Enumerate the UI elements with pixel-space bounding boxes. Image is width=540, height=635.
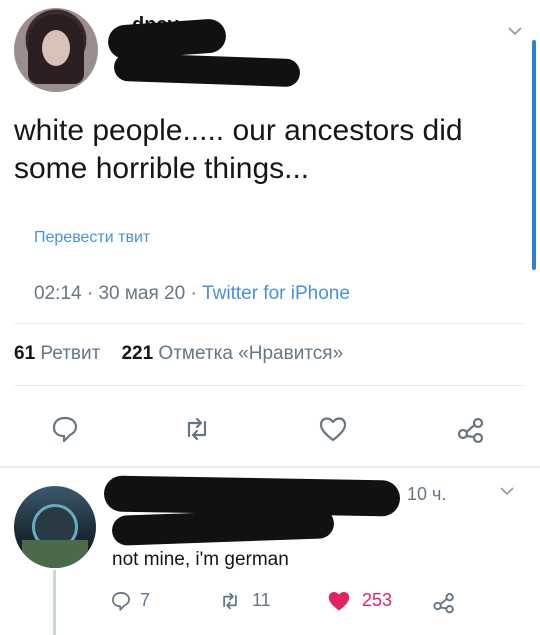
avatar-face — [42, 30, 70, 66]
chevron-down-icon[interactable] — [508, 24, 522, 38]
share-icon[interactable] — [456, 414, 486, 444]
divider — [14, 385, 524, 386]
thread-line — [53, 570, 56, 635]
redaction-reply-handle — [111, 508, 335, 546]
reply-author-avatar[interactable] — [14, 486, 96, 568]
tweet-source-link[interactable]: Twitter for iPhone — [202, 283, 350, 304]
redaction-handle — [113, 52, 301, 88]
tweet-stats: 61 Ретвит 221 Отметка «Нравится» — [14, 343, 343, 365]
heart-icon[interactable] — [318, 414, 348, 444]
reply-time[interactable]: 10 ч. — [407, 484, 446, 505]
avatar-scenery — [22, 540, 88, 568]
tweet-text: white people..... our ancestors did some… — [14, 114, 463, 185]
divider — [14, 323, 524, 324]
reply-text: not mine, i'm german — [112, 549, 289, 570]
comment-icon[interactable] — [50, 414, 80, 444]
share-icon[interactable] — [432, 590, 456, 614]
retweets-label[interactable]: Ретвит — [40, 343, 100, 364]
translate-tweet-link[interactable]: Перевести твит — [34, 229, 150, 247]
comment-icon[interactable] — [110, 590, 132, 612]
retweet-icon[interactable] — [182, 414, 212, 444]
tweet-time: 02:14 — [34, 283, 82, 304]
retweet-count: 11 — [252, 590, 271, 610]
retweets-count[interactable]: 61 — [14, 343, 35, 364]
likes-count[interactable]: 221 — [121, 343, 153, 364]
reply-count: 7 — [140, 590, 151, 610]
divider — [0, 466, 540, 468]
likes-label[interactable]: Отметка «Нравится» — [158, 343, 343, 364]
like-count: 253 — [362, 590, 393, 610]
author-avatar[interactable] — [14, 8, 98, 92]
meta-separator: · — [190, 283, 197, 304]
heart-icon[interactable] — [326, 589, 352, 613]
tweet-date: 30 мая 20 — [98, 283, 186, 304]
scrollbar-thumb[interactable] — [532, 40, 536, 270]
retweet-icon[interactable] — [218, 590, 242, 612]
meta-separator: · — [86, 283, 94, 304]
chevron-down-icon[interactable] — [500, 484, 514, 498]
tweet-meta: 02:14 · 30 мая 20 · Twitter for iPhone — [34, 283, 350, 305]
